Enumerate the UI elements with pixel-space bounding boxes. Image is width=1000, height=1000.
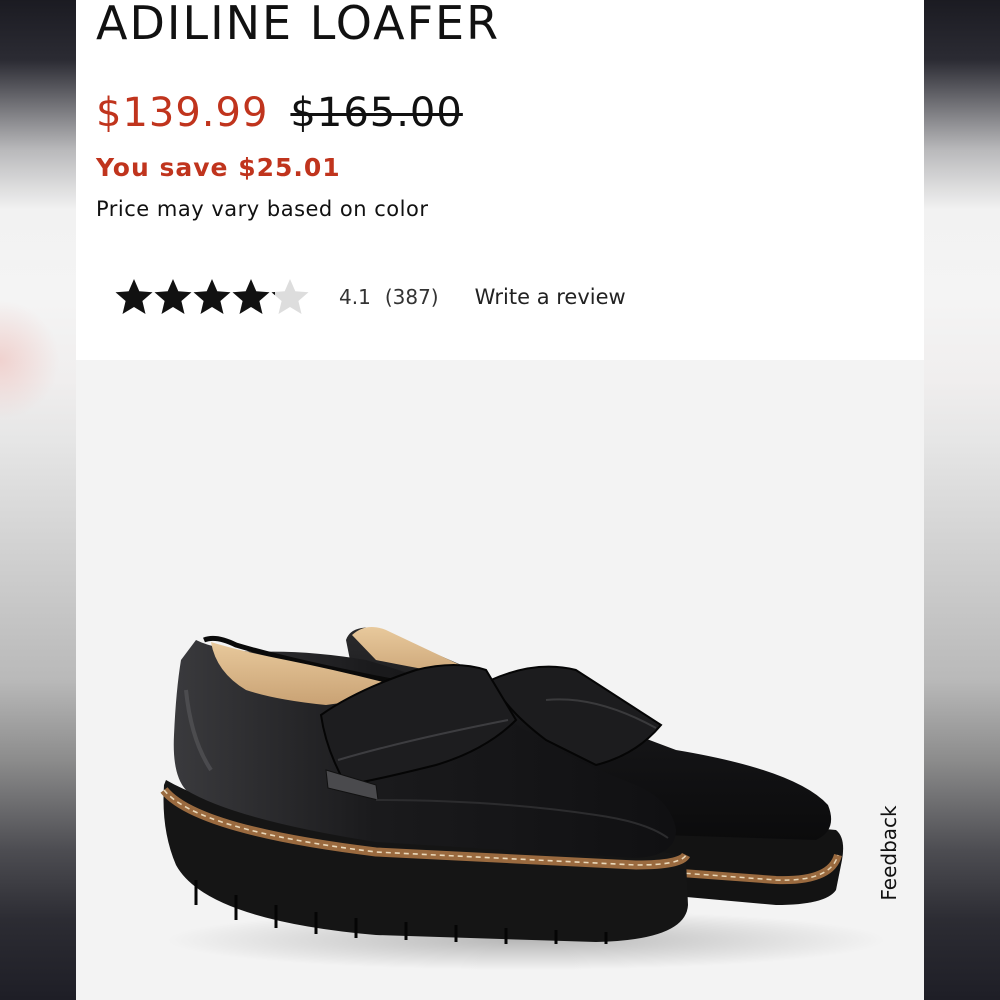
star-icon xyxy=(154,279,192,314)
feedback-tab[interactable]: Feedback xyxy=(864,788,914,918)
star-icon xyxy=(115,279,153,314)
rating-row: 4.1 (387) Write a review xyxy=(114,272,626,322)
blurred-background-right xyxy=(924,0,1000,1000)
blurred-background-left xyxy=(0,0,76,1000)
sale-price: $139.99 xyxy=(96,90,269,136)
star-icon xyxy=(232,279,270,314)
feedback-label: Feedback xyxy=(877,805,901,901)
star-rating[interactable] xyxy=(114,277,309,317)
original-price: $165.00 xyxy=(290,90,463,136)
price-row: $139.99 $165.00 xyxy=(96,90,463,136)
product-panel: ADILINE LOAFER $139.99 $165.00 You save $… xyxy=(76,0,924,1000)
write-review-link[interactable]: Write a review xyxy=(475,285,626,309)
review-count[interactable]: (387) xyxy=(385,285,439,309)
product-title: ADILINE LOAFER xyxy=(96,0,501,50)
price-note: Price may vary based on color xyxy=(96,197,429,221)
star-icon xyxy=(193,279,231,314)
rating-value: 4.1 xyxy=(339,285,371,309)
product-image-area[interactable] xyxy=(76,360,924,1000)
star-icon xyxy=(271,279,309,314)
left-loafer xyxy=(160,635,691,944)
savings-text: You save $25.01 xyxy=(96,153,341,182)
product-image[interactable] xyxy=(76,360,924,1000)
